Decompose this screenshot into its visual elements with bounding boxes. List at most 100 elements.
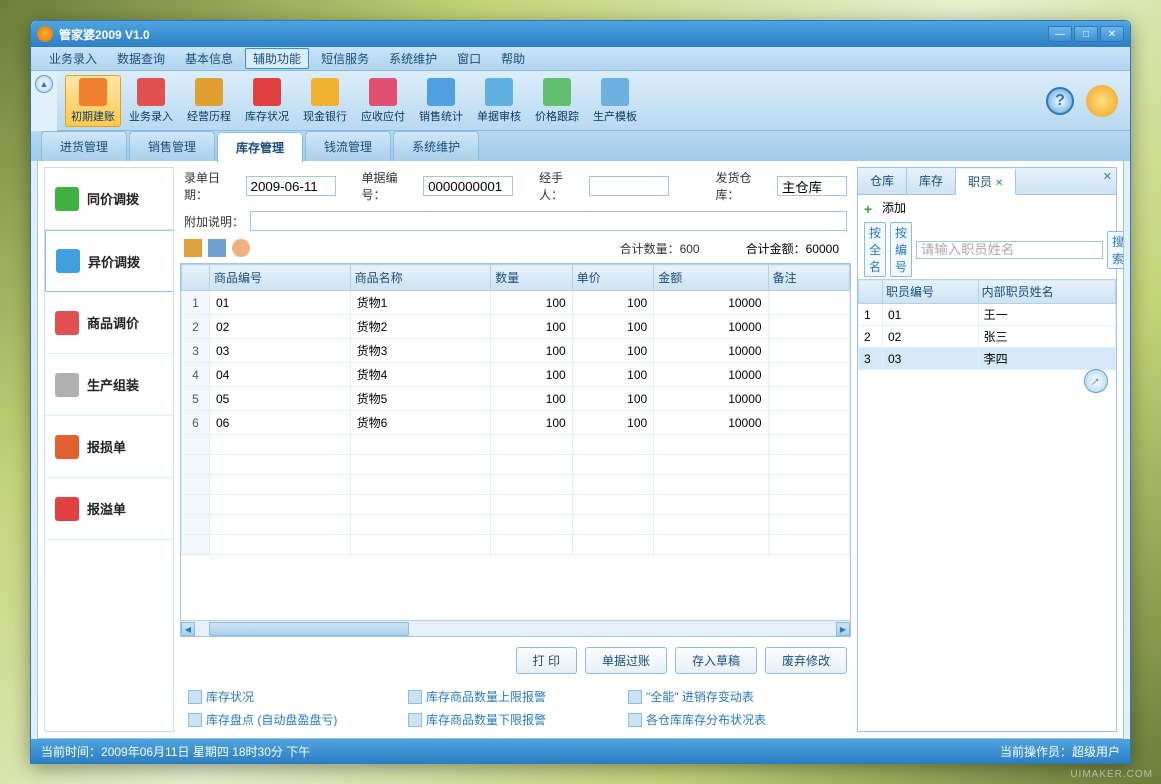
h-scrollbar[interactable]: ◀ ▶ xyxy=(181,620,850,636)
main-tab-4[interactable]: 系统维护 xyxy=(393,131,479,161)
table-row[interactable]: 101王一 xyxy=(859,304,1116,326)
quick-link-1[interactable]: 库存商品数量上限报警 xyxy=(408,688,598,705)
sidebar-item-5[interactable]: 报溢单 xyxy=(45,478,173,540)
sidebar-item-3[interactable]: 生产组装 xyxy=(45,354,173,416)
table-row[interactable]: 101货物110010010000 xyxy=(182,291,850,315)
sidebar-label: 报损单 xyxy=(87,437,126,456)
menu-item-1[interactable]: 数据查询 xyxy=(109,48,173,69)
toolbar-icon xyxy=(369,78,397,106)
toolbar-btn-9[interactable]: 生产模板 xyxy=(587,75,643,127)
menu-item-0[interactable]: 业务录入 xyxy=(41,48,105,69)
sidebar-item-0[interactable]: 同价调拨 xyxy=(45,168,173,230)
search-input[interactable] xyxy=(916,241,1103,259)
table-row[interactable]: 202货物210010010000 xyxy=(182,315,850,339)
table-row[interactable] xyxy=(182,535,850,555)
add-label: 添加 xyxy=(882,199,906,216)
toolbar-icon xyxy=(79,78,107,106)
draft-button[interactable]: 存入草稿 xyxy=(675,647,757,674)
toolbar-btn-2[interactable]: 经营历程 xyxy=(181,75,237,127)
filter-code-button[interactable]: 按编号 xyxy=(890,222,912,277)
post-button[interactable]: 单据过账 xyxy=(585,647,667,674)
scroll-thumb[interactable] xyxy=(209,622,409,636)
sidebar-item-1[interactable]: 异价调拨 xyxy=(45,230,173,292)
toolbar-label: 销售统计 xyxy=(419,108,463,124)
table-row[interactable]: 202张三 xyxy=(859,326,1116,348)
main-tab-3[interactable]: 钱流管理 xyxy=(305,131,391,161)
note-input[interactable] xyxy=(250,211,847,231)
toolbar-label: 库存状况 xyxy=(245,108,289,124)
titlebar[interactable]: 管家婆2009 V1.0 — □ ✕ xyxy=(31,21,1130,47)
collapse-toolbar-icon[interactable]: ▲ xyxy=(35,75,53,93)
help-icon[interactable]: ? xyxy=(1046,87,1074,115)
right-tab-2[interactable]: 职员✕ xyxy=(956,169,1016,195)
panel-close-icon[interactable]: ✕ xyxy=(1103,170,1112,183)
quick-link-3[interactable]: 库存盘点 (自动盘盈盘亏) xyxy=(188,711,378,728)
right-tab-1[interactable]: 库存 xyxy=(907,168,956,194)
link-row: 库存状况 库存商品数量上限报警 "全能" 进销存变动表库存盘点 (自动盘盈盘亏) 库存… xyxy=(180,684,851,732)
main-tab-0[interactable]: 进货管理 xyxy=(41,131,127,161)
menu-item-5[interactable]: 系统维护 xyxy=(381,48,445,69)
table-row[interactable] xyxy=(182,515,850,535)
toolbar-label: 生产模板 xyxy=(593,108,637,124)
maximize-button[interactable]: □ xyxy=(1074,26,1098,42)
print-button[interactable]: 打 印 xyxy=(516,647,577,674)
scroll-right-icon[interactable]: ▶ xyxy=(836,622,850,636)
toolbar-btn-4[interactable]: 现金银行 xyxy=(297,75,353,127)
filter-all-button[interactable]: 按全名 xyxy=(864,222,886,277)
warehouse-input[interactable] xyxy=(777,176,847,196)
minimize-button[interactable]: — xyxy=(1048,26,1072,42)
toolbar-btn-0[interactable]: 初期建账 xyxy=(65,75,121,127)
menu-item-2[interactable]: 基本信息 xyxy=(177,48,241,69)
toolbar-btn-7[interactable]: 单据审核 xyxy=(471,75,527,127)
table-row[interactable] xyxy=(182,435,850,455)
content-area: 同价调拨异价调拨商品调价生产组装报损单报溢单 录单日期： 单据编号： 经手人： … xyxy=(37,161,1124,739)
table-row[interactable]: 505货物510010010000 xyxy=(182,387,850,411)
toolbar-btn-1[interactable]: 业务录入 xyxy=(123,75,179,127)
main-tab-1[interactable]: 销售管理 xyxy=(129,131,215,161)
person-icon[interactable] xyxy=(232,239,250,257)
main-grid[interactable]: 商品编号商品名称数量单价金额备注101货物110010010000202货物21… xyxy=(181,264,850,555)
table-row[interactable]: 606货物610010010000 xyxy=(182,411,850,435)
toolbar-btn-5[interactable]: 应收应付 xyxy=(355,75,411,127)
table-row[interactable] xyxy=(182,475,850,495)
close-button[interactable]: ✕ xyxy=(1100,26,1124,42)
add-row[interactable]: + 添加 xyxy=(858,195,1116,220)
menu-item-7[interactable]: 帮助 xyxy=(493,48,533,69)
table-row[interactable]: 303货物310010010000 xyxy=(182,339,850,363)
toolbar-btn-3[interactable]: 库存状况 xyxy=(239,75,295,127)
quick-link-5[interactable]: 各仓库库存分布状况表 xyxy=(628,711,818,728)
handler-input[interactable] xyxy=(589,176,669,196)
right-grid[interactable]: 职员编号内部职员姓名101王一202张三303李四 xyxy=(858,279,1116,370)
right-panel: ✕ 仓库库存职员✕ + 添加 按全名 按编号 搜索 职员编号内部职员姓名101王… xyxy=(857,167,1117,732)
menu-item-3[interactable]: 辅助功能 xyxy=(245,48,309,69)
discard-button[interactable]: 废弃修改 xyxy=(765,647,847,674)
link-icon xyxy=(188,690,202,704)
date-input[interactable] xyxy=(246,176,336,196)
table-row[interactable]: 404货物410010010000 xyxy=(182,363,850,387)
about-icon[interactable] xyxy=(1086,85,1118,117)
table-row[interactable] xyxy=(182,455,850,475)
quick-link-2[interactable]: "全能" 进销存变动表 xyxy=(628,688,818,705)
sum-qty: 合计数量：600 xyxy=(620,240,700,257)
toolbar-btn-6[interactable]: 销售统计 xyxy=(413,75,469,127)
table-row[interactable]: 303李四 xyxy=(859,348,1116,370)
main-tab-2[interactable]: 库存管理 xyxy=(217,132,303,162)
sidebar-item-4[interactable]: 报损单 xyxy=(45,416,173,478)
table-row[interactable] xyxy=(182,495,850,515)
date-label: 录单日期： xyxy=(184,169,240,203)
menu-item-6[interactable]: 窗口 xyxy=(449,48,489,69)
status-user: 当前操作员：超级用户 xyxy=(1000,743,1120,760)
quick-link-4[interactable]: 库存商品数量下限报警 xyxy=(408,711,598,728)
quick-link-0[interactable]: 库存状况 xyxy=(188,688,378,705)
toolbar-icon xyxy=(601,78,629,106)
building-icon[interactable] xyxy=(184,239,202,257)
grid-icon[interactable] xyxy=(208,239,226,257)
doc-input[interactable] xyxy=(423,176,513,196)
toolbar-btn-8[interactable]: 价格跟踪 xyxy=(529,75,585,127)
scroll-left-icon[interactable]: ◀ xyxy=(181,622,195,636)
sidebar-item-2[interactable]: 商品调价 xyxy=(45,292,173,354)
search-button[interactable]: 搜索 xyxy=(1107,231,1124,269)
main-tabstrip: 进货管理销售管理库存管理钱流管理系统维护 xyxy=(31,131,1130,161)
menu-item-4[interactable]: 短信服务 xyxy=(313,48,377,69)
right-tab-0[interactable]: 仓库 xyxy=(858,168,907,194)
